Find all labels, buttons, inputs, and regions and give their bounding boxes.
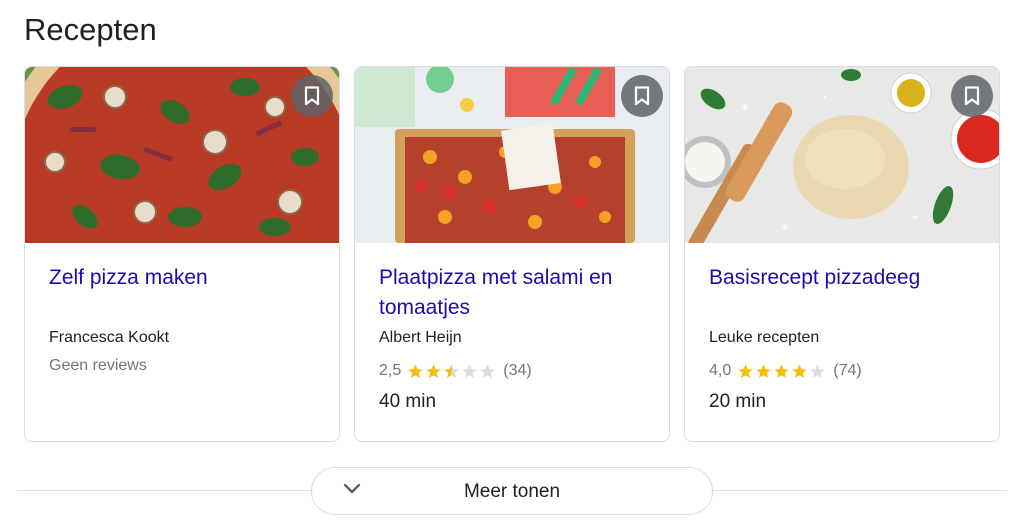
divider-left xyxy=(17,490,311,491)
star-rating xyxy=(737,363,827,380)
recipe-image[interactable] xyxy=(25,67,339,243)
rating-value: 4,0 xyxy=(709,362,732,379)
review-count: (34) xyxy=(503,362,532,379)
recipe-source: Francesca Kookt xyxy=(49,329,170,346)
recipe-source: Albert Heijn xyxy=(379,329,462,346)
save-recipe-button[interactable] xyxy=(621,75,663,117)
recipe-reviews: Geen reviews xyxy=(49,357,147,374)
recipe-title-link[interactable]: Basisrecept pizzadeeg xyxy=(709,263,984,293)
recipe-image[interactable] xyxy=(355,67,669,243)
cooking-time: 20 min xyxy=(709,391,767,412)
bookmark-icon xyxy=(964,86,980,106)
recipe-source: Leuke recepten xyxy=(709,329,820,346)
save-recipe-button[interactable] xyxy=(291,75,333,117)
cooking-time: 40 min xyxy=(379,391,437,412)
recipe-title-link[interactable]: Zelf pizza maken xyxy=(49,263,324,293)
star-icon xyxy=(810,363,825,378)
divider-right xyxy=(713,490,1007,491)
star-icon xyxy=(444,363,459,378)
star-icon xyxy=(756,363,771,378)
star-icon xyxy=(480,363,495,378)
section-title: Recepten xyxy=(24,12,157,47)
bookmark-icon xyxy=(304,86,320,106)
show-more-label: Meer tonen xyxy=(463,481,561,502)
recipe-card[interactable]: Basisrecept pizzadeeg Leuke recepten 4,0… xyxy=(684,66,1000,442)
recipe-title-link[interactable]: Plaatpizza met salami en tomaatjes xyxy=(379,263,654,323)
star-icon xyxy=(426,363,441,378)
review-count: (74) xyxy=(833,362,862,379)
rating-value: 2,5 xyxy=(379,362,402,379)
recipe-card[interactable]: Plaatpizza met salami en tomaatjes Alber… xyxy=(354,66,670,442)
show-more-button[interactable]: Meer tonen xyxy=(311,467,713,515)
bookmark-icon xyxy=(634,86,650,106)
recipe-card[interactable]: Zelf pizza maken Francesca Kookt Geen re… xyxy=(24,66,340,442)
star-rating xyxy=(407,363,497,380)
recipe-image[interactable] xyxy=(685,67,999,243)
star-icon xyxy=(774,363,789,378)
recipe-rating: 2,5 (34) xyxy=(379,362,532,380)
star-icon xyxy=(462,363,477,378)
recipes-panel: Recepten Zelf pizza maken Francesca Kook… xyxy=(0,0,1017,530)
star-icon xyxy=(408,363,423,378)
save-recipe-button[interactable] xyxy=(951,75,993,117)
star-icon xyxy=(738,363,753,378)
recipe-rating: 4,0 (74) xyxy=(709,362,862,380)
star-icon xyxy=(792,363,807,378)
